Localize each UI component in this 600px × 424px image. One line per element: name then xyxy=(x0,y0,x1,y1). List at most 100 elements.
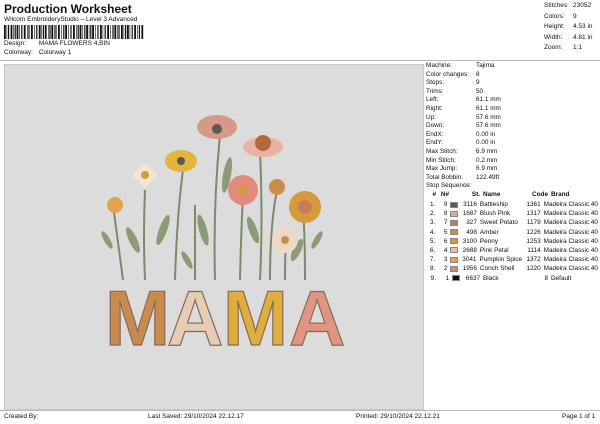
flower-stems xyxy=(112,134,306,281)
detail-value: 61.1 mm xyxy=(476,96,501,104)
detail-label: Total Bobbin: xyxy=(426,173,463,181)
seq-name: Amber xyxy=(479,228,499,236)
detail-label: EndY: xyxy=(426,139,444,147)
color-swatch xyxy=(450,238,459,245)
detail-label: Machine: xyxy=(426,62,452,69)
seq-order: 6. xyxy=(430,246,436,254)
seq-brand: Madeira Classic 40 xyxy=(543,201,598,208)
color-swatch xyxy=(450,219,459,226)
seq-order: 8. xyxy=(430,265,436,273)
seq-code: 1220 xyxy=(526,265,541,273)
stat-value: 23052 xyxy=(573,2,592,9)
seq-code: 1226 xyxy=(526,228,541,236)
seq-code: 1361 xyxy=(526,201,541,208)
design-value: MAMA FLOWERS 4,BIN xyxy=(38,40,110,47)
stat-value: 4.81 in xyxy=(573,33,593,41)
stop-sequence-row: 5. 6 3100 Penny 1253 Madeira Classic 40 xyxy=(426,237,598,246)
stop-sequence-row: 9. 1 6637 Black 8 Default xyxy=(426,273,598,282)
seq-order: 7. xyxy=(429,256,436,264)
stat-value: 4.53 in xyxy=(573,23,593,30)
color-swatch xyxy=(450,201,459,208)
detail-row: Machine: Tajima xyxy=(426,62,598,71)
flower-coneflower xyxy=(243,135,283,157)
seq-code: 1253 xyxy=(526,237,541,245)
detail-row: Color changes: 8 xyxy=(426,71,598,80)
seq-order: 1. xyxy=(430,201,436,208)
detail-row: Right: 61.1 mm xyxy=(426,105,598,114)
color-swatch xyxy=(450,229,459,236)
seq-code: 1317 xyxy=(526,210,541,218)
stop-sequence-list: 1. 9 3116 Battleship 1361 Madeira Classic 40 2… xyxy=(426,200,598,283)
detail-value: 122.49ft xyxy=(476,173,500,181)
stop-sequence-title: Stop Sequence: xyxy=(426,182,472,190)
detail-row: Max Stitch: 6.9 mm xyxy=(426,148,598,157)
detail-label: Color changes: xyxy=(426,70,469,78)
seq-needle: 3 xyxy=(443,256,448,264)
stop-sequence-row: 1. 9 3116 Battleship 1361 Madeira Classic 40 xyxy=(426,200,598,209)
printed-date: Printed: 29/10/2024 22.12.21 xyxy=(356,413,440,420)
seq-order: 5. xyxy=(430,237,436,245)
detail-label: Up: xyxy=(426,113,436,121)
stop-sequence-row: 7. 3 3041 Pumpkin Spice 1372 Madeira Classic … xyxy=(426,255,598,264)
flower-orange-right xyxy=(289,191,321,223)
divider xyxy=(0,60,600,61)
flower-daisy-left xyxy=(133,163,157,187)
seq-stitches: 2688 xyxy=(462,246,477,254)
seq-stitches: 1687 xyxy=(462,210,477,218)
stat-value: 1:1 xyxy=(573,44,583,51)
stat-label: Stitches: xyxy=(544,2,569,9)
machine-details: Machine: Tajima Color changes: 8 Stops: 9 Trim… xyxy=(426,62,598,182)
seq-stitches: 3041 xyxy=(462,256,477,264)
seq-needle: 1 xyxy=(445,274,449,282)
detail-label: Right: xyxy=(426,104,443,112)
color-swatch xyxy=(450,265,459,272)
detail-value: 0.00 in xyxy=(476,139,496,147)
page-number: Page 1 of 1 xyxy=(562,413,596,420)
mama-letter: A xyxy=(289,274,345,362)
detail-row: Up: 57.6 mm xyxy=(426,114,598,123)
seq-name: Battleship xyxy=(479,201,508,208)
seq-needle: 6 xyxy=(443,237,448,245)
seq-needle: 8 xyxy=(443,210,448,218)
seq-name: Pink Petal xyxy=(479,246,509,254)
detail-label: Down: xyxy=(426,122,445,130)
detail-value: 61.1 mm xyxy=(476,104,501,112)
detail-label: Min Stitch: xyxy=(426,156,456,164)
seq-name: Conch Shell xyxy=(479,265,515,273)
detail-value: 50 xyxy=(476,87,484,95)
stat-label: Colors: xyxy=(544,12,565,20)
seq-brand: Madeira Classic 40 xyxy=(543,256,598,264)
seq-stitches: 3100 xyxy=(462,237,477,245)
flower-yellow xyxy=(165,150,197,172)
design-row: Design: MAMA FLOWERS 4,BIN xyxy=(4,40,110,47)
seq-stitches: 6637 xyxy=(465,274,480,282)
detail-label: Stops: xyxy=(426,79,445,87)
stat-label: Zoom: xyxy=(544,44,563,51)
seq-stitches: 3116 xyxy=(463,201,477,208)
seq-order: 9. xyxy=(430,274,436,282)
colorway-value: Colorway 1 xyxy=(38,49,72,56)
detail-row: Stops: 9 xyxy=(426,79,598,88)
seq-code: 1114 xyxy=(527,246,541,254)
color-swatch xyxy=(450,256,458,263)
seq-needle: 2 xyxy=(443,265,448,273)
detail-label: Left: xyxy=(426,96,439,104)
last-saved: Last Saved: 29/10/2024 22.12.17 xyxy=(148,413,244,420)
detail-value: 0.00 in xyxy=(476,130,496,138)
page-title: Production Worksheet xyxy=(4,2,132,16)
detail-row: Down: 57.6 mm xyxy=(426,122,598,131)
seq-stitches: 1956 xyxy=(462,265,477,273)
detail-row: EndY: 0.00 in xyxy=(426,139,598,148)
detail-row: Trims: 50 xyxy=(426,88,598,97)
created-by: Created By: xyxy=(4,413,39,420)
seq-name: Penny xyxy=(479,237,499,245)
mama-lettering: MA M A xyxy=(104,273,346,362)
flower-pink-mid xyxy=(228,175,258,205)
detail-row: EndX: 0.00 in xyxy=(426,131,598,140)
stop-sequence-header: # N# St. Name Code Brand xyxy=(432,190,570,198)
detail-value: 0.2 mm xyxy=(476,156,498,164)
seq-order: 3. xyxy=(430,219,436,227)
detail-value: 8 xyxy=(476,70,480,78)
seq-brand: Madeira Classic 40 xyxy=(543,219,598,227)
seq-order: 4. xyxy=(430,228,436,236)
